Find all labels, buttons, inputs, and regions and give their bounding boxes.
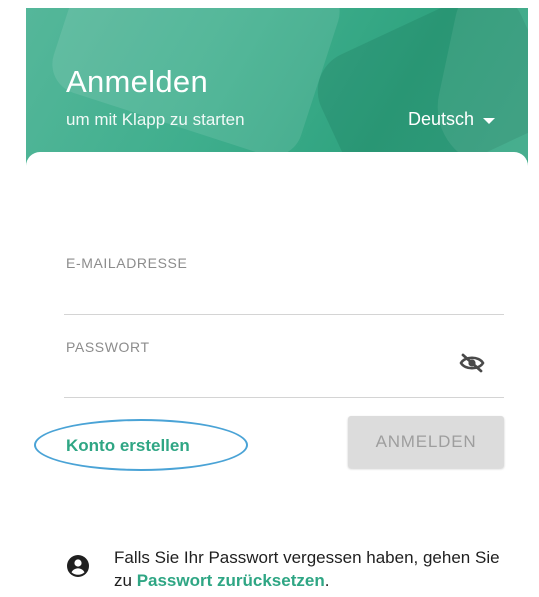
info-text-end: . [324, 571, 330, 590]
password-underline [64, 397, 504, 398]
eye-off-icon[interactable] [459, 353, 485, 373]
account-circle-icon [67, 555, 89, 577]
password-field[interactable] [64, 358, 468, 394]
login-screen: Anmelden um mit Klapp zu starten Deutsch… [26, 8, 528, 597]
email-field[interactable] [64, 276, 508, 312]
login-button[interactable]: ANMELDEN [348, 416, 504, 468]
email-underline [64, 314, 504, 315]
email-label: E-MAILADRESSE [66, 255, 188, 271]
page-title: Anmelden [66, 64, 208, 99]
caret-down-icon [483, 117, 495, 124]
create-account-link[interactable]: Konto erstellen [66, 436, 190, 456]
language-label: Deutsch [407, 109, 474, 129]
password-label: PASSWORT [66, 339, 150, 355]
language-selector[interactable]: Deutsch [408, 109, 495, 130]
forgot-password-info: Falls Sie Ihr Passwort vergessen haben, … [114, 546, 514, 592]
reset-password-link[interactable]: Passwort zurücksetzen [137, 571, 325, 590]
page-subtitle: um mit Klapp zu starten [66, 110, 245, 129]
